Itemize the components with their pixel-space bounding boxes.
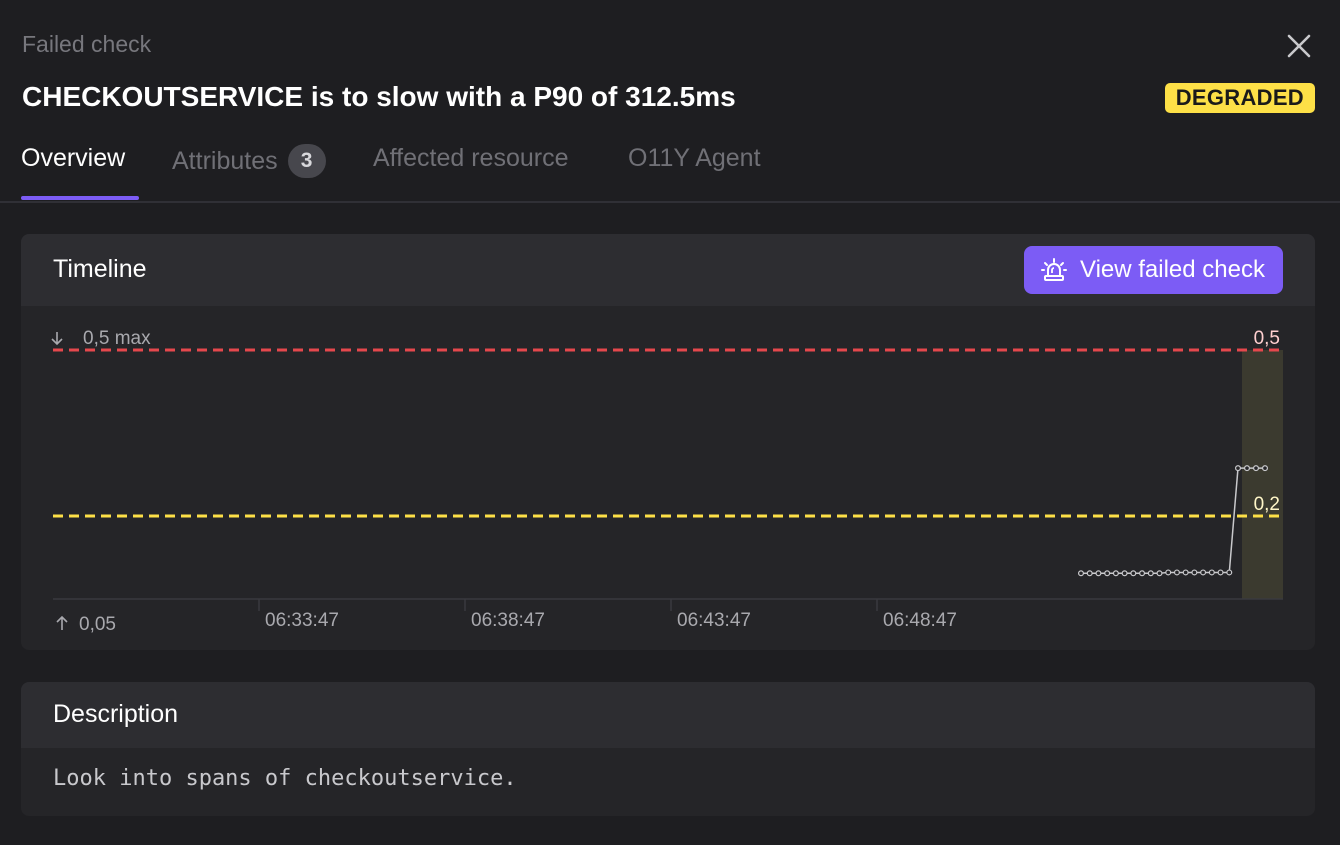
timeline-chart-svg: 0,5 max 0,05 06:33:47 06:38:47 06:43:47 06:… [51, 328, 1283, 635]
close-icon [1287, 34, 1311, 58]
x-tick-label: 06:33:47 [265, 610, 339, 631]
description-header: Description [21, 682, 1315, 748]
data-point [1104, 570, 1111, 577]
x-tick-label: 06:48:47 [883, 610, 957, 631]
data-point [1130, 570, 1137, 577]
data-point [1112, 570, 1119, 577]
data-point [1121, 570, 1128, 577]
failed-check-panel: Failed check CHECKOUTSERVICE is to slow … [0, 0, 1340, 845]
siren-icon [1041, 258, 1067, 281]
close-button[interactable] [1283, 30, 1315, 62]
tab-label: Affected resource [373, 144, 569, 172]
tab-attributes[interactable]: Attributes 3 [172, 144, 326, 178]
tab-affected-resource[interactable]: Affected resource [373, 144, 568, 173]
data-point [1252, 465, 1259, 472]
timeline-header: Timeline View failed check [21, 234, 1315, 306]
arrow-down-icon [51, 332, 63, 346]
y-max-label: 0,5 max [83, 328, 151, 349]
data-point [1182, 569, 1189, 576]
data-point [1217, 569, 1224, 576]
data-point [1139, 570, 1146, 577]
view-failed-check-button[interactable]: View failed check [1024, 246, 1283, 294]
status-badge: DEGRADED [1164, 83, 1315, 113]
panel-eyebrow: Failed check [22, 31, 152, 57]
view-failed-check-label: View failed check [1080, 256, 1265, 283]
data-point [1173, 569, 1180, 576]
description-title: Description [53, 700, 179, 728]
data-point [1261, 465, 1268, 472]
data-point [1147, 570, 1154, 577]
data-point [1156, 570, 1163, 577]
data-point [1191, 569, 1198, 576]
timeline-card: Timeline View failed check 0,5 max 0,05 … [21, 234, 1315, 650]
tab-label: Attributes [172, 146, 278, 175]
threshold-label: 0,5 [1254, 328, 1280, 349]
description-card: Description Look into spans of checkouts… [21, 682, 1315, 816]
failed-window-highlight [1242, 350, 1283, 599]
series-line [1081, 467, 1265, 575]
description-body: Look into spans of checkoutservice. [53, 766, 517, 791]
data-point [1200, 569, 1207, 576]
active-tab-indicator [21, 196, 139, 200]
tab-label: Overview [21, 144, 126, 172]
y-min-label: 0,05 [79, 614, 116, 635]
data-point [1234, 465, 1241, 472]
tab-o11y-agent[interactable]: O11Y Agent [628, 144, 761, 173]
data-point [1243, 465, 1250, 472]
data-point [1095, 570, 1102, 577]
x-tick-label: 06:43:47 [677, 610, 751, 631]
arrow-up-icon [56, 615, 68, 630]
tab-bar: Overview Attributes 3 Affected resource … [0, 130, 1340, 203]
data-point [1086, 570, 1093, 577]
data-point [1226, 569, 1233, 576]
timeline-title: Timeline [53, 255, 147, 283]
data-point [1165, 569, 1172, 576]
data-point [1077, 570, 1084, 577]
timeline-chart: 0,5 max 0,05 06:33:47 06:38:47 06:43:47 06:… [21, 306, 1315, 648]
tab-label: O11Y Agent [628, 144, 761, 172]
page-title: CHECKOUTSERVICE is to slow with a P90 of… [22, 81, 736, 112]
threshold-label: 0,2 [1254, 494, 1280, 515]
tab-overview[interactable]: Overview [21, 144, 125, 173]
data-point [1208, 569, 1215, 576]
attributes-count-badge: 3 [287, 144, 326, 178]
x-tick-label: 06:38:47 [471, 610, 545, 631]
